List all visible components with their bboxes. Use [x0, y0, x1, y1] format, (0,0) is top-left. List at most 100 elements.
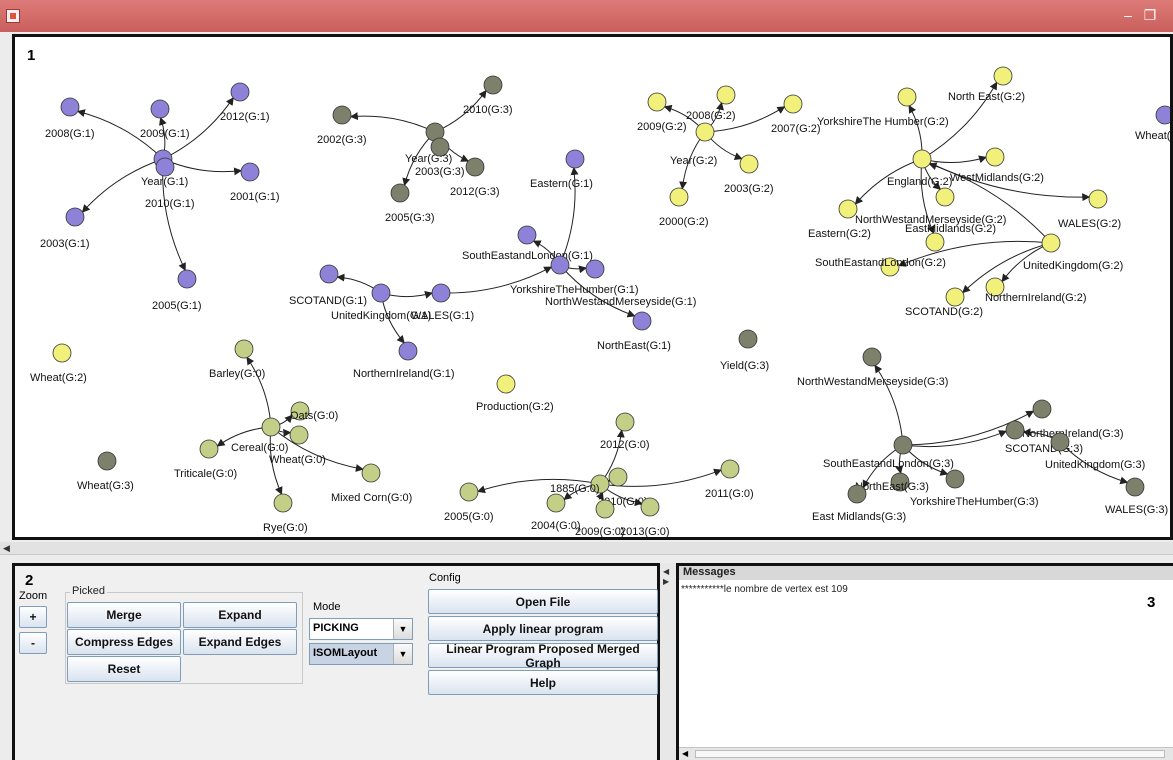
- expand-button[interactable]: Expand: [183, 602, 297, 628]
- graph-node[interactable]: Eastern(G:1): [530, 149, 593, 190]
- graph-node[interactable]: Cereal(G:0): [231, 417, 288, 454]
- splitter-right-icon[interactable]: ▶: [663, 577, 669, 586]
- reset-button[interactable]: Reset: [67, 656, 181, 682]
- graph-node-circle[interactable]: [65, 207, 85, 227]
- minimize-icon[interactable]: –: [1118, 6, 1138, 24]
- graph-node-circle[interactable]: [565, 149, 585, 169]
- panel-splitter[interactable]: ◀ ▶: [660, 563, 676, 760]
- graph-node[interactable]: 2007(G:2): [771, 94, 821, 135]
- graph-node-circle[interactable]: [912, 149, 932, 169]
- graph-node[interactable]: WALES(G:2): [1058, 189, 1121, 230]
- graph-node-circle[interactable]: [739, 154, 759, 174]
- graph-node[interactable]: WALES(G:1): [411, 283, 474, 322]
- graph-node-circle[interactable]: [847, 484, 867, 504]
- graph-node-circle[interactable]: [483, 75, 503, 95]
- graph-node-circle[interactable]: [615, 412, 635, 432]
- graph-node[interactable]: 2005(G:3): [385, 183, 435, 224]
- graph-node[interactable]: Oats(G:0): [290, 401, 338, 422]
- graph-node[interactable]: 2009(G:2): [637, 92, 687, 133]
- main-horizontal-scrollbar[interactable]: ◀: [0, 542, 1173, 555]
- graph-canvas[interactable]: 2008(G:1) 2009(G:1) 2012(G:1) Year(G:1) 2010…: [15, 37, 1170, 537]
- graph-node[interactable]: North East(G:2): [948, 66, 1025, 103]
- graph-node[interactable]: Barley(G:0): [209, 339, 265, 380]
- graph-node[interactable]: WestMidlands(G:2): [950, 147, 1044, 184]
- graph-node-circle[interactable]: [240, 162, 260, 182]
- graph-node[interactable]: 2004(G:0): [531, 493, 581, 532]
- graph-node-circle[interactable]: [1041, 233, 1061, 253]
- open-file-button[interactable]: Open File: [428, 589, 658, 614]
- scroll-left-icon[interactable]: ◀: [3, 542, 10, 554]
- graph-node[interactable]: 2008(G:1): [45, 97, 95, 140]
- graph-nodes[interactable]: 2008(G:1) 2009(G:1) 2012(G:1) Year(G:1) 2010…: [30, 66, 1170, 537]
- graph-node-circle[interactable]: [993, 66, 1013, 86]
- graph-node[interactable]: YorkshireTheHumber(G:1): [510, 255, 639, 296]
- graph-node-circle[interactable]: [695, 122, 715, 142]
- graph-node[interactable]: Wheat(G:2): [30, 343, 87, 384]
- mode-select[interactable]: PICKING ▼: [309, 618, 413, 640]
- scroll-left-icon[interactable]: ◀: [682, 748, 688, 760]
- graph-node[interactable]: NorthernIreland(G:3): [1022, 399, 1124, 440]
- graph-node[interactable]: Production(G:2): [476, 374, 554, 413]
- graph-node-circle[interactable]: [640, 497, 660, 517]
- graph-node[interactable]: 2002(G:3): [317, 105, 367, 146]
- graph-node-circle[interactable]: [935, 187, 955, 207]
- graph-node[interactable]: EastMidlands(G:2): [905, 223, 996, 252]
- graph-node-circle[interactable]: [289, 425, 309, 445]
- graph-node-circle[interactable]: [261, 417, 281, 437]
- graph-node[interactable]: NorthWestandMerseyside(G:2): [855, 187, 1006, 226]
- graph-node-circle[interactable]: [496, 374, 516, 394]
- graph-node-circle[interactable]: [1125, 477, 1145, 497]
- graph-node[interactable]: UnitedKingdom(G:2): [1023, 233, 1123, 272]
- graph-node-circle[interactable]: [783, 94, 803, 114]
- graph-node-circle[interactable]: [546, 493, 566, 513]
- graph-node-circle[interactable]: [97, 451, 117, 471]
- graph-node-circle[interactable]: [361, 463, 381, 483]
- graph-node[interactable]: SCOTAND(G:2): [905, 287, 983, 318]
- graph-node-circle[interactable]: [608, 467, 628, 487]
- graph-node-circle[interactable]: [390, 183, 410, 203]
- graph-node[interactable]: NorthernIreland(G:1): [353, 341, 455, 380]
- graph-node[interactable]: SCOTAND(G:1): [289, 264, 367, 307]
- graph-node-circle[interactable]: [1088, 189, 1108, 209]
- graph-node-circle[interactable]: [371, 283, 391, 303]
- graph-node-circle[interactable]: [230, 82, 250, 102]
- graph-node-circle[interactable]: [985, 147, 1005, 167]
- compress-edges-button[interactable]: Compress Edges: [67, 629, 181, 655]
- graph-node[interactable]: 2012(G:0): [600, 412, 650, 451]
- graph-node-circle[interactable]: [517, 225, 537, 245]
- graph-node-circle[interactable]: [669, 187, 689, 207]
- scroll-thumb[interactable]: [695, 750, 1165, 758]
- graph-node-circle[interactable]: [199, 439, 219, 459]
- graph-node[interactable]: SouthEastandLondon(G:1): [462, 225, 593, 262]
- expand-edges-button[interactable]: Expand Edges: [183, 629, 297, 655]
- graph-node-circle[interactable]: [52, 343, 72, 363]
- messages-horizontal-scrollbar[interactable]: ◀: [679, 747, 1173, 760]
- merge-button[interactable]: Merge: [67, 602, 181, 628]
- graph-node-circle[interactable]: [945, 469, 965, 489]
- graph-node-circle[interactable]: [720, 459, 740, 479]
- restore-icon[interactable]: ❐: [1140, 6, 1160, 24]
- graph-node[interactable]: Wheat(G:1): [1135, 105, 1170, 142]
- graph-node[interactable]: 2003(G:2): [724, 154, 774, 195]
- graph-node[interactable]: SouthEastandLondon(G:2): [815, 257, 946, 277]
- graph-node[interactable]: NorthernIreland(G:2): [985, 277, 1087, 304]
- splitter-left-icon[interactable]: ◀: [663, 567, 669, 576]
- graph-node[interactable]: 2010(G:3): [463, 75, 513, 116]
- graph-node[interactable]: Mixed Corn(G:0): [331, 463, 412, 504]
- graph-node-circle[interactable]: [862, 347, 882, 367]
- graph-node[interactable]: 2005(G:1): [152, 269, 202, 312]
- graph-node[interactable]: YorkshireThe Humber(G:2): [817, 87, 949, 128]
- zoom-in-button[interactable]: +: [19, 606, 47, 628]
- graph-node[interactable]: Wheat(G:3): [77, 451, 134, 492]
- graph-node-circle[interactable]: [897, 87, 917, 107]
- graph-node-circle[interactable]: [1032, 399, 1052, 419]
- graph-node-circle[interactable]: [332, 105, 352, 125]
- graph-node-circle[interactable]: [550, 255, 570, 275]
- graph-node-circle[interactable]: [1005, 420, 1025, 440]
- graph-node[interactable]: Triticale(G:0): [174, 439, 237, 480]
- graph-node[interactable]: 2001(G:1): [230, 162, 280, 203]
- graph-node[interactable]: 2008(G:2): [686, 85, 736, 122]
- graph-node[interactable]: 1885(G:0): [550, 474, 610, 495]
- graph-node[interactable]: Yield(G:3): [720, 329, 769, 372]
- chevron-down-icon[interactable]: ▼: [393, 619, 412, 639]
